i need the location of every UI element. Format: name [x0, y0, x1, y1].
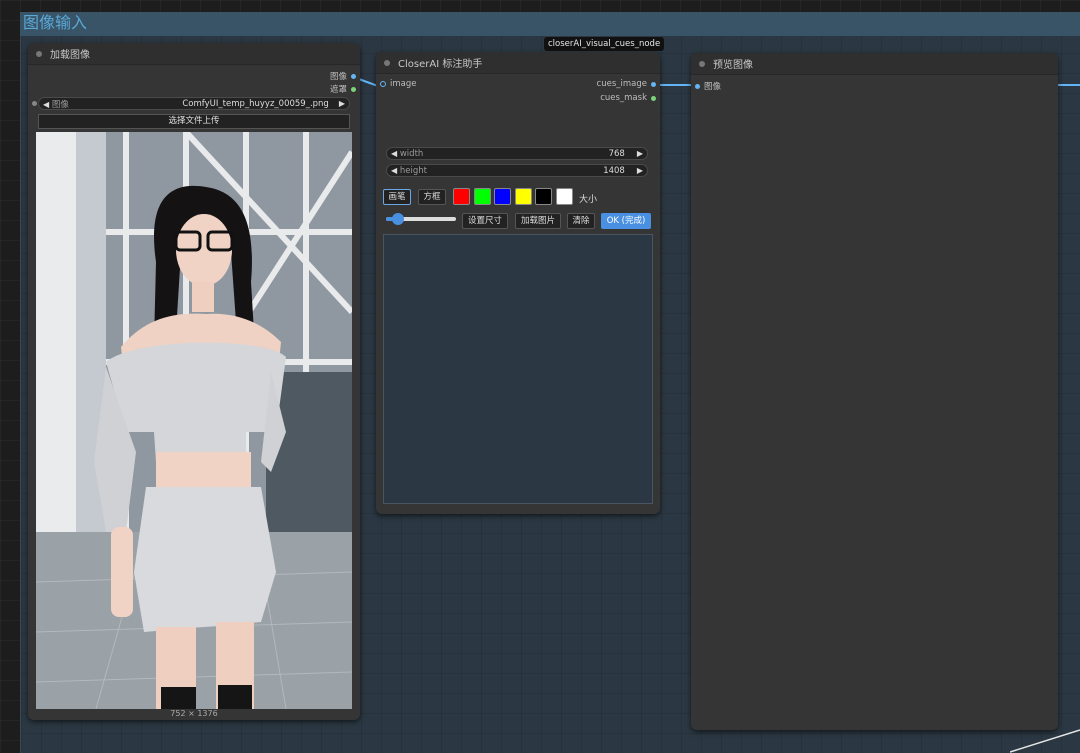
ok-button[interactable]: OK (完成) — [601, 213, 651, 229]
output-slot-image[interactable]: 图像 — [330, 70, 356, 82]
load-image-node-header[interactable]: 加载图像 — [28, 43, 360, 65]
clear-button[interactable]: 清除 — [567, 213, 595, 229]
color-swatch-blue[interactable] — [494, 188, 511, 205]
right-arrow-icon[interactable]: ▶ — [637, 149, 643, 158]
output-slot-cues-image-label: cues_image — [596, 79, 647, 89]
color-swatch-yellow[interactable] — [515, 188, 532, 205]
closerai-node[interactable]: CloserAI 标注助手 image cues_image cues_mask… — [376, 52, 660, 514]
annotation-canvas[interactable] — [383, 234, 653, 504]
widget-input-dot[interactable] — [32, 101, 37, 106]
right-arrow-icon[interactable]: ▶ — [637, 166, 643, 175]
output-dot-cues-image[interactable] — [651, 81, 656, 87]
input-slot-image[interactable]: image — [380, 79, 416, 89]
color-swatch-green[interactable] — [474, 188, 491, 205]
output-slot-cues-mask[interactable]: cues_mask — [600, 93, 656, 103]
closerai-node-title: CloserAI 标注助手 — [398, 59, 483, 70]
width-widget[interactable]: ◀ width 768 ▶ — [386, 147, 648, 160]
output-dot-image[interactable] — [351, 73, 356, 79]
node-collapse-dot[interactable] — [384, 59, 390, 66]
load-image-node[interactable]: 加载图像 图像 遮罩 ◀ 图像 ComfyUI_temp_huyyz_00059… — [28, 43, 360, 720]
image-dimensions: 752 × 1376 — [170, 709, 218, 718]
slider-thumb[interactable] — [392, 213, 404, 225]
output-slot-mask-label: 遮罩 — [329, 85, 347, 95]
input-dot-image[interactable] — [380, 81, 386, 87]
brush-tool-button[interactable]: 画笔 — [383, 189, 411, 205]
color-swatch-black[interactable] — [535, 188, 552, 205]
left-arrow-icon[interactable]: ◀ — [391, 166, 397, 175]
photo-illustration — [36, 132, 352, 709]
input-dot-preview-image[interactable] — [695, 83, 700, 89]
input-slot-image-label: image — [390, 79, 417, 89]
color-swatch-white[interactable] — [556, 188, 573, 205]
node-type-badge: closerAI_visual_cues_node — [544, 37, 665, 51]
preview-image-node[interactable]: 预览图像 图像 — [691, 53, 1058, 730]
node-collapse-dot[interactable] — [36, 50, 42, 57]
box-tool-button[interactable]: 方框 — [418, 189, 446, 205]
preview-node-title: 预览图像 — [713, 60, 753, 71]
link-curve — [1010, 729, 1080, 753]
right-arrow-icon[interactable]: ▶ — [339, 99, 345, 108]
color-swatch-red[interactable] — [453, 188, 470, 205]
link-preview-out — [1058, 84, 1080, 86]
upload-button[interactable]: 选择文件上传 — [38, 114, 350, 129]
width-widget-label: width — [399, 148, 424, 159]
output-slot-cues-mask-label: cues_mask — [600, 93, 647, 103]
output-slot-image-label: 图像 — [329, 72, 347, 82]
output-dot-cues-mask[interactable] — [651, 95, 656, 101]
height-widget[interactable]: ◀ height 1408 ▶ — [386, 164, 648, 177]
load-image-node-title: 加载图像 — [50, 50, 90, 61]
preview-node-header[interactable]: 预览图像 — [691, 53, 1058, 75]
group-title[interactable]: 图像输入 — [20, 12, 1080, 36]
image-widget-value: ComfyUI_temp_huyyz_00059_.png — [182, 98, 329, 109]
height-widget-value: 1408 — [603, 165, 625, 176]
left-arrow-icon[interactable]: ◀ — [391, 149, 397, 158]
brush-size-slider[interactable] — [386, 212, 456, 226]
width-widget-value: 768 — [608, 148, 625, 159]
input-slot-preview-image[interactable]: 图像 — [695, 80, 721, 92]
loaded-image-preview — [36, 132, 352, 709]
node-collapse-dot[interactable] — [699, 60, 705, 67]
image-file-widget[interactable]: ◀ 图像 ComfyUI_temp_huyyz_00059_.png ▶ — [38, 97, 350, 110]
image-widget-label: 图像 — [51, 99, 69, 110]
output-slot-cues-image[interactable]: cues_image — [597, 79, 656, 89]
link-cues-image — [654, 84, 696, 86]
height-widget-label: height — [399, 165, 427, 176]
set-size-button[interactable]: 设置尺寸 — [462, 213, 508, 229]
closerai-node-header[interactable]: CloserAI 标注助手 — [376, 52, 660, 74]
input-slot-preview-label: 图像 — [704, 82, 722, 92]
left-arrow-icon[interactable]: ◀ — [43, 100, 49, 109]
brush-size-label: 大小 — [579, 195, 598, 205]
load-image-button[interactable]: 加载图片 — [515, 213, 561, 229]
output-dot-mask[interactable] — [351, 86, 356, 92]
output-slot-mask[interactable]: 遮罩 — [330, 83, 356, 95]
